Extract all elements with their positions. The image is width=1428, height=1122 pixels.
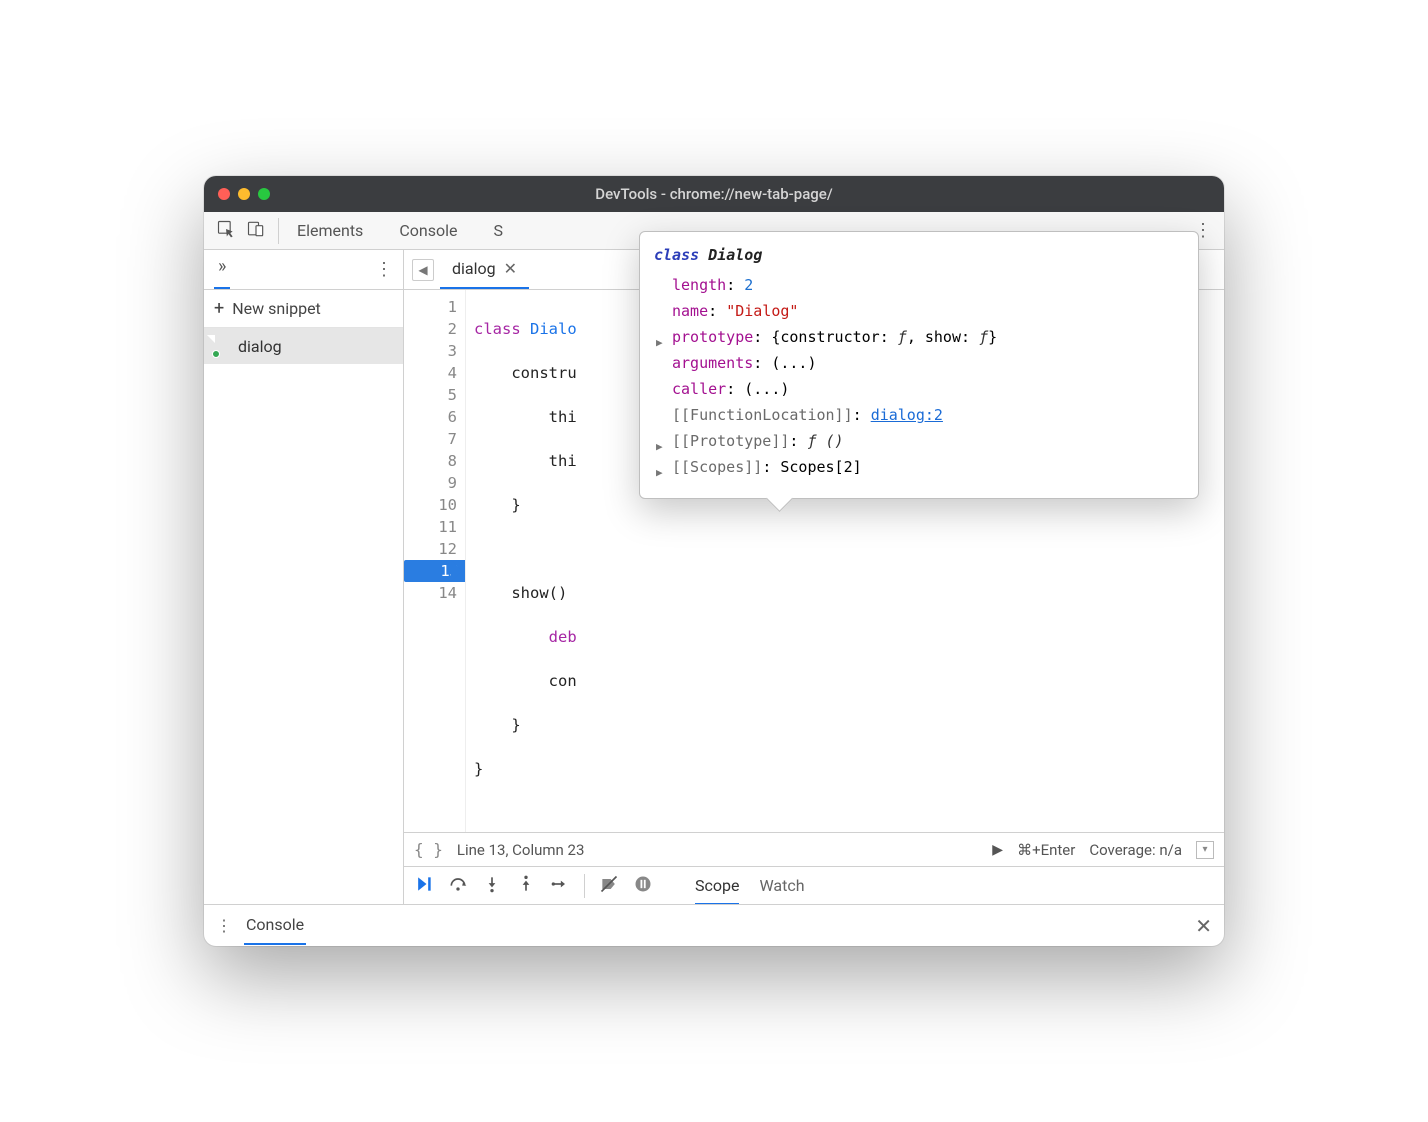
titlebar: DevTools - chrome://new-tab-page/ xyxy=(204,176,1224,212)
step-icon[interactable] xyxy=(550,874,570,898)
object-preview-popover: class Dialog length: 2 name: "Dialog" ▶p… xyxy=(639,231,1199,499)
new-snippet-label: New snippet xyxy=(232,299,321,318)
collapse-panel-icon[interactable]: ▾ xyxy=(1196,841,1214,859)
console-drawer-tab[interactable]: Console xyxy=(244,906,306,945)
prop-caller[interactable]: caller: (...) xyxy=(654,376,1184,402)
close-tab-icon[interactable]: ✕ xyxy=(504,259,517,278)
prop-prototype[interactable]: ▶prototype: {constructor: ƒ, show: ƒ} xyxy=(654,324,1184,350)
tab-elements[interactable]: Elements xyxy=(279,212,381,249)
tab-console[interactable]: Console xyxy=(381,212,475,249)
current-line-marker: 13 xyxy=(404,560,465,582)
new-snippet-button[interactable]: + New snippet xyxy=(204,290,403,328)
navigate-back-icon[interactable]: ◀ xyxy=(412,259,434,281)
plus-icon: + xyxy=(214,298,224,319)
prop-scopes[interactable]: ▶[[Scopes]]: Scopes[2] xyxy=(654,454,1184,480)
console-drawer: ⋮ Console ✕ xyxy=(204,904,1224,946)
window-title: DevTools - chrome://new-tab-page/ xyxy=(204,185,1224,203)
coverage-label: Coverage: n/a xyxy=(1089,841,1182,859)
inspect-element-icon[interactable] xyxy=(216,219,236,243)
step-out-icon[interactable] xyxy=(516,874,536,898)
sidebar-menu-icon[interactable]: ⋮ xyxy=(375,259,393,280)
function-location-link[interactable]: dialog:2 xyxy=(871,406,943,424)
line-gutter: 1 2 3 4 5 6 7 8 9 10 11 12 13 14 xyxy=(404,290,466,832)
navigator-sidebar: » ⋮ + New snippet dialog xyxy=(204,250,404,904)
file-tab-dialog[interactable]: dialog ✕ xyxy=(440,250,529,289)
pause-exceptions-icon[interactable] xyxy=(633,874,653,898)
editor-statusbar: { } Line 13, Column 23 ▶ ⌘+Enter Coverag… xyxy=(404,832,1224,866)
tab-scope[interactable]: Scope xyxy=(695,876,739,905)
format-code-icon[interactable]: { } xyxy=(414,840,443,859)
prop-internal-prototype[interactable]: ▶[[Prototype]]: ƒ () xyxy=(654,428,1184,454)
popover-title: class Dialog xyxy=(654,242,1184,268)
sidebar-overflow-icon[interactable]: » xyxy=(214,250,230,289)
run-snippet-icon[interactable]: ▶ xyxy=(992,842,1003,858)
devtools-window: DevTools - chrome://new-tab-page/ Elemen… xyxy=(204,176,1224,946)
snippet-item-dialog[interactable]: dialog xyxy=(204,328,403,364)
snippet-item-label: dialog xyxy=(238,337,282,356)
prop-arguments[interactable]: arguments: (...) xyxy=(654,350,1184,376)
run-shortcut-hint: ⌘+Enter xyxy=(1017,841,1075,859)
cursor-position: Line 13, Column 23 xyxy=(457,841,584,859)
tab-watch[interactable]: Watch xyxy=(759,876,804,895)
deactivate-breakpoints-icon[interactable] xyxy=(599,874,619,898)
tab-sources-partial[interactable]: S xyxy=(475,212,521,249)
step-over-icon[interactable] xyxy=(448,874,468,898)
resume-icon[interactable] xyxy=(414,874,434,898)
snippet-file-icon xyxy=(214,336,230,356)
step-into-icon[interactable] xyxy=(482,874,502,898)
prop-name[interactable]: name: "Dialog" xyxy=(654,298,1184,324)
sidebar-tabbar: » ⋮ xyxy=(204,250,403,290)
close-drawer-icon[interactable]: ✕ xyxy=(1195,914,1212,938)
debugger-toolbar: Scope Watch xyxy=(404,866,1224,904)
drawer-menu-icon[interactable]: ⋮ xyxy=(216,916,232,935)
file-tab-label: dialog xyxy=(452,259,496,278)
device-toggle-icon[interactable] xyxy=(246,219,266,243)
prop-length[interactable]: length: 2 xyxy=(654,272,1184,298)
prop-function-location[interactable]: [[FunctionLocation]]: dialog:2 xyxy=(654,402,1184,428)
